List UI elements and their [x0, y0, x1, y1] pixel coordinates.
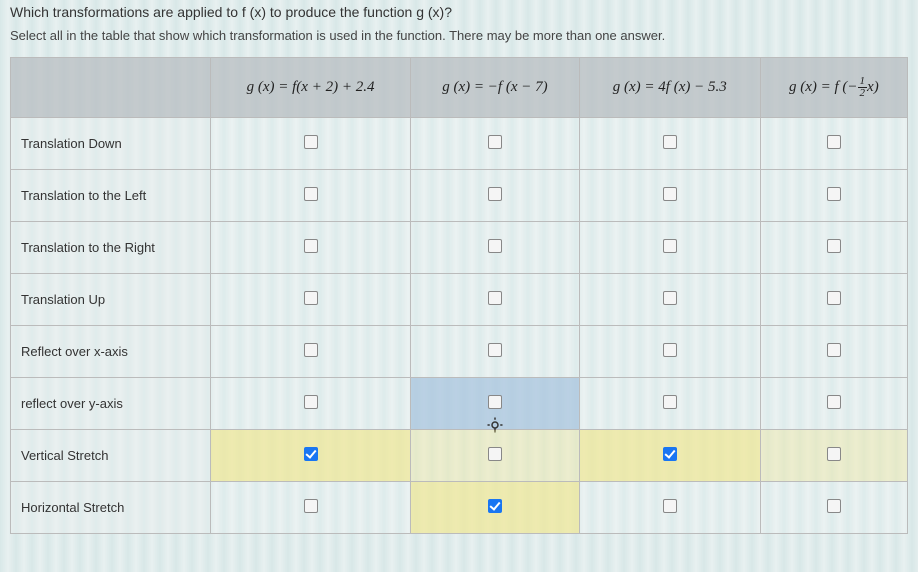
cell-r5c1[interactable]: [211, 326, 411, 378]
checkbox-icon[interactable]: [827, 447, 841, 461]
cell-r4c2[interactable]: [411, 274, 580, 326]
checkbox-icon[interactable]: [488, 239, 502, 253]
cell-r1c2[interactable]: [411, 118, 580, 170]
checkbox-icon[interactable]: [488, 187, 502, 201]
table-row: Translation Up: [11, 274, 908, 326]
checkbox-icon[interactable]: [827, 187, 841, 201]
table-row: reflect over y-axis: [11, 378, 908, 430]
checkbox-icon[interactable]: [827, 291, 841, 305]
cell-r5c3[interactable]: [579, 326, 760, 378]
checkbox-icon[interactable]: [488, 395, 502, 409]
cell-r3c1[interactable]: [211, 222, 411, 274]
checkbox-icon[interactable]: [488, 135, 502, 149]
checkbox-icon[interactable]: [488, 499, 502, 513]
checkbox-icon[interactable]: [663, 343, 677, 357]
cell-r7c2[interactable]: [411, 430, 580, 482]
cell-r6c1[interactable]: [211, 378, 411, 430]
table-row: Translation to the Left: [11, 170, 908, 222]
instruction-text: Select all in the table that show which …: [10, 28, 908, 43]
cell-r4c1[interactable]: [211, 274, 411, 326]
header-blank: [11, 58, 211, 118]
checkbox-icon[interactable]: [304, 395, 318, 409]
checkbox-icon[interactable]: [304, 447, 318, 461]
table-row: Translation to the Right: [11, 222, 908, 274]
header-col4: g (x) = f (−12x): [760, 58, 907, 118]
checkbox-icon[interactable]: [827, 395, 841, 409]
checkbox-icon[interactable]: [304, 187, 318, 201]
cell-r4c4[interactable]: [760, 274, 907, 326]
cell-r8c3[interactable]: [579, 482, 760, 534]
cell-r7c3[interactable]: [579, 430, 760, 482]
checkbox-icon[interactable]: [304, 239, 318, 253]
checkbox-icon[interactable]: [827, 343, 841, 357]
checkbox-icon[interactable]: [663, 395, 677, 409]
cell-r2c1[interactable]: [211, 170, 411, 222]
checkbox-icon[interactable]: [488, 291, 502, 305]
question-text: Which transformations are applied to f (…: [10, 4, 908, 20]
checkbox-icon[interactable]: [663, 291, 677, 305]
checkbox-icon[interactable]: [304, 135, 318, 149]
cell-r5c4[interactable]: [760, 326, 907, 378]
cell-r8c4[interactable]: [760, 482, 907, 534]
row-label-translation-up: Translation Up: [11, 274, 211, 326]
cell-r6c4[interactable]: [760, 378, 907, 430]
checkbox-icon[interactable]: [488, 343, 502, 357]
row-label-reflect-y: reflect over y-axis: [11, 378, 211, 430]
cell-r2c2[interactable]: [411, 170, 580, 222]
checkbox-icon[interactable]: [663, 447, 677, 461]
table-row: Vertical Stretch: [11, 430, 908, 482]
cell-r2c4[interactable]: [760, 170, 907, 222]
checkbox-icon[interactable]: [304, 499, 318, 513]
checkbox-icon[interactable]: [304, 343, 318, 357]
header-col2: g (x) = −f (x − 7): [411, 58, 580, 118]
cell-r1c3[interactable]: [579, 118, 760, 170]
row-label-vertical-stretch: Vertical Stretch: [11, 430, 211, 482]
checkbox-icon[interactable]: [663, 499, 677, 513]
cell-r7c4[interactable]: [760, 430, 907, 482]
checkbox-icon[interactable]: [827, 135, 841, 149]
checkbox-icon[interactable]: [663, 187, 677, 201]
row-label-translation-down: Translation Down: [11, 118, 211, 170]
cell-r1c4[interactable]: [760, 118, 907, 170]
cell-r6c3[interactable]: [579, 378, 760, 430]
cell-r3c2[interactable]: [411, 222, 580, 274]
cell-r4c3[interactable]: [579, 274, 760, 326]
row-label-translation-left: Translation to the Left: [11, 170, 211, 222]
header-col1: g (x) = f(x + 2) + 2.4: [211, 58, 411, 118]
cell-r3c3[interactable]: [579, 222, 760, 274]
checkbox-icon[interactable]: [663, 135, 677, 149]
checkbox-icon[interactable]: [663, 239, 677, 253]
table-row: Horizontal Stretch: [11, 482, 908, 534]
cell-r8c1[interactable]: [211, 482, 411, 534]
row-label-reflect-x: Reflect over x-axis: [11, 326, 211, 378]
row-label-horizontal-stretch: Horizontal Stretch: [11, 482, 211, 534]
checkbox-icon[interactable]: [304, 291, 318, 305]
checkbox-icon[interactable]: [827, 239, 841, 253]
checkbox-icon[interactable]: [827, 499, 841, 513]
cell-r3c4[interactable]: [760, 222, 907, 274]
table-row: Translation Down: [11, 118, 908, 170]
checkbox-icon[interactable]: [488, 447, 502, 461]
header-col3: g (x) = 4f (x) − 5.3: [579, 58, 760, 118]
cell-r7c1[interactable]: [211, 430, 411, 482]
cell-r5c2[interactable]: [411, 326, 580, 378]
cell-r1c1[interactable]: [211, 118, 411, 170]
cell-r8c2[interactable]: [411, 482, 580, 534]
row-label-translation-right: Translation to the Right: [11, 222, 211, 274]
cell-r2c3[interactable]: [579, 170, 760, 222]
table-row: Reflect over x-axis: [11, 326, 908, 378]
transformation-table: g (x) = f(x + 2) + 2.4 g (x) = −f (x − 7…: [10, 57, 908, 534]
cell-r6c2[interactable]: [411, 378, 580, 430]
